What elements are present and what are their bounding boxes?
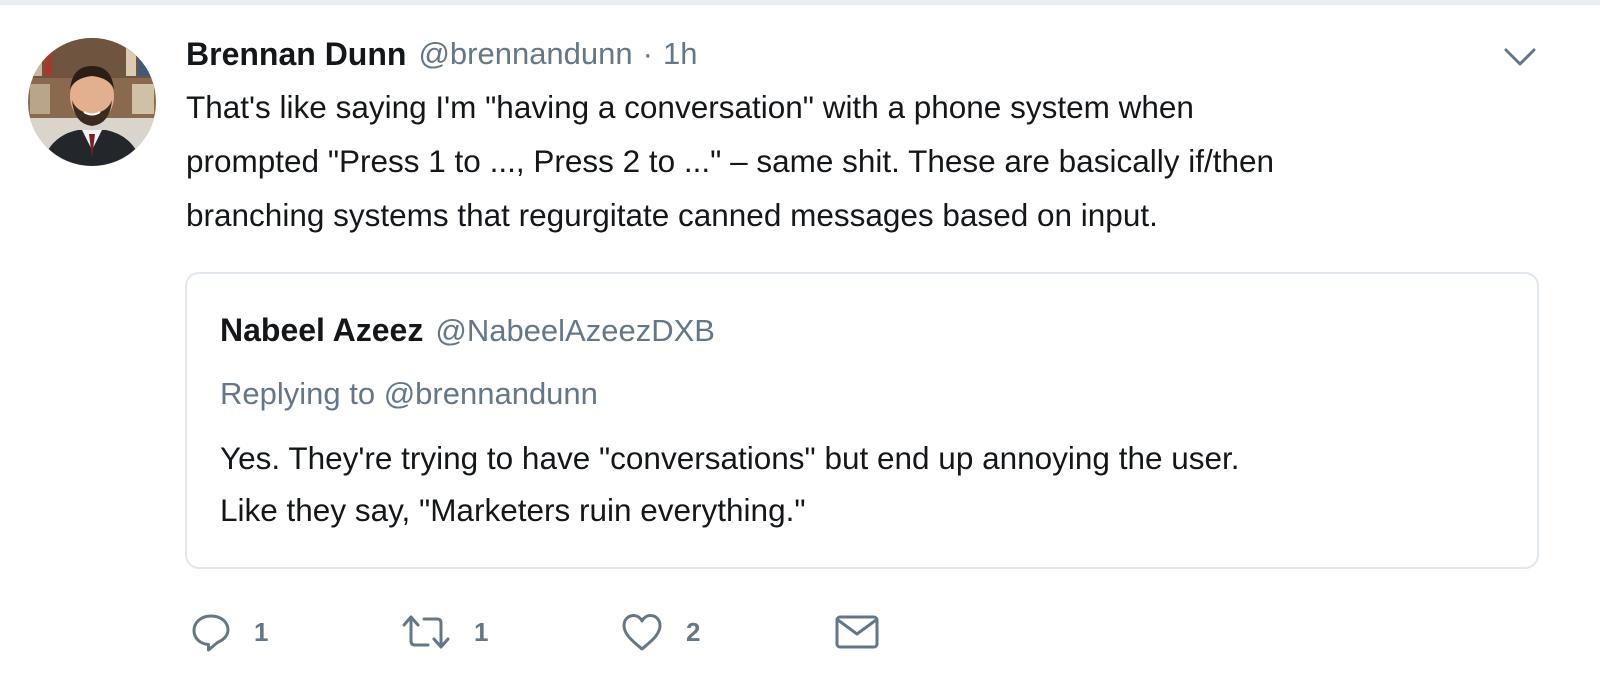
quoted-text-line: Yes. They're trying to have "conversatio… — [220, 440, 1240, 476]
heart-icon — [622, 614, 662, 651]
header-separator: · — [642, 36, 653, 71]
retweet-icon — [402, 615, 450, 649]
quoted-tweet-header: Nabeel Azeez @NabeelAzeezDXB — [220, 312, 715, 349]
author-handle[interactable]: @brennandunn — [418, 36, 632, 72]
quoted-tweet-card[interactable]: Nabeel Azeez @NabeelAzeezDXB Replying to… — [185, 272, 1539, 569]
reply-count: 1 — [254, 616, 269, 647]
tweet-text-line: prompted "Press 1 to ..., Press 2 to ...… — [186, 143, 1275, 179]
quoted-author-name: Nabeel Azeez — [220, 312, 424, 348]
envelope-icon — [835, 615, 879, 649]
tweet-text-line: That's like saying I'm "having a convers… — [186, 89, 1194, 125]
like-button[interactable]: 2 — [620, 606, 700, 658]
tweet-text-line: branching systems that regurgitate canne… — [186, 197, 1158, 233]
like-count: 2 — [686, 616, 701, 647]
tweet-header: Brennan Dunn @brennandunn · 1h — [186, 32, 697, 76]
tweet-actions: 1 1 2 — [186, 606, 946, 658]
quoted-author-handle: @NabeelAzeezDXB — [435, 312, 715, 348]
more-options-chevron-down-icon[interactable] — [1500, 44, 1540, 72]
top-divider — [0, 0, 1600, 5]
quoted-tweet-text: Yes. They're trying to have "conversatio… — [220, 432, 1240, 536]
direct-message-button[interactable] — [834, 606, 880, 658]
retweet-count: 1 — [474, 616, 489, 647]
reply-icon — [192, 614, 230, 652]
quoted-text-line: Like they say, "Marketers ruin everythin… — [220, 492, 806, 528]
avatar[interactable] — [28, 38, 156, 166]
tweet-timestamp[interactable]: 1h — [663, 36, 697, 72]
replying-to-label: Replying to @brennandunn — [220, 376, 598, 411]
retweet-button[interactable]: 1 — [400, 606, 488, 658]
tweet-text: That's like saying I'm "having a convers… — [186, 80, 1546, 242]
reply-button[interactable]: 1 — [190, 606, 268, 658]
author-name[interactable]: Brennan Dunn — [186, 36, 406, 73]
